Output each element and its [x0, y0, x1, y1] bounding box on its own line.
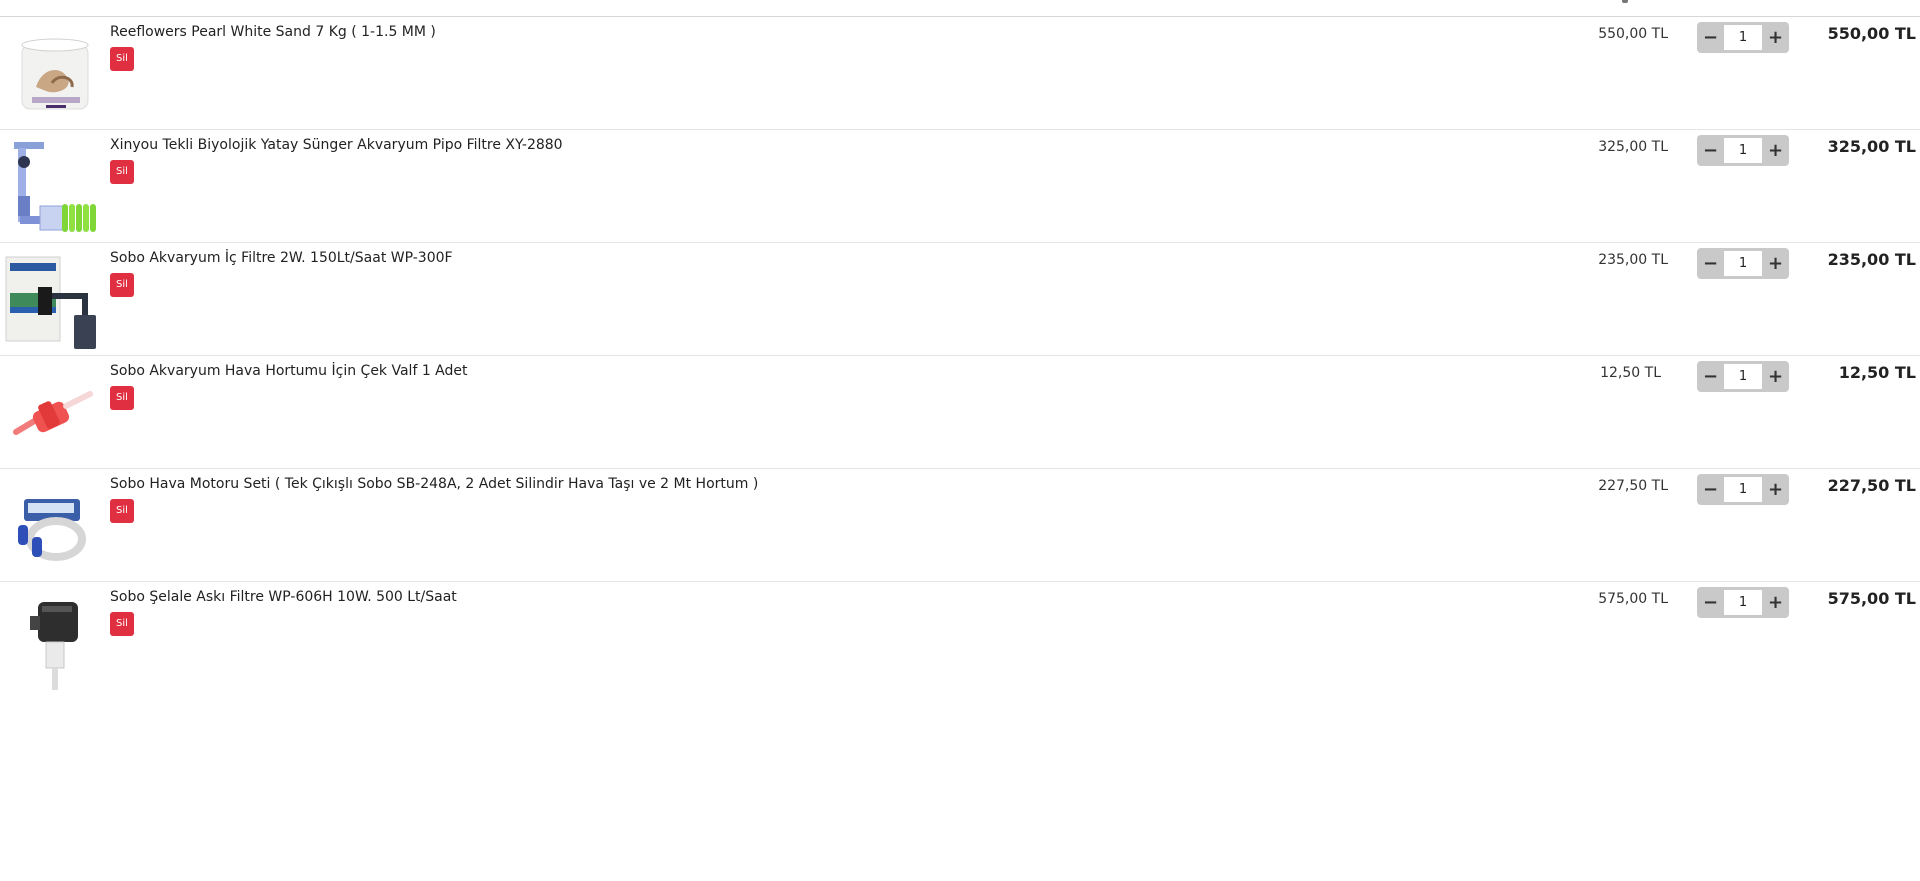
increase-quantity-button[interactable]: +: [1763, 135, 1788, 166]
product-title[interactable]: Sobo Akvaryum İç Filtre 2W. 150Lt/Saat W…: [110, 248, 453, 268]
cart-row: Xinyou Tekli Biyolojik Yatay Sünger Akva…: [0, 130, 1920, 243]
line-total: 550,00 TL: [1827, 24, 1916, 43]
decrease-quantity-button[interactable]: −: [1698, 22, 1723, 53]
quantity-input[interactable]: [1724, 590, 1762, 615]
product-image[interactable]: [2, 592, 106, 692]
check-valve-image: [13, 391, 93, 435]
sand-bucket-image: [21, 38, 89, 110]
quantity-input[interactable]: [1724, 138, 1762, 163]
quantity-input[interactable]: [1724, 477, 1762, 502]
delete-button[interactable]: Sil: [110, 499, 134, 523]
air-pump-set-image: [18, 499, 86, 561]
product-image[interactable]: [2, 479, 106, 579]
delete-button[interactable]: Sil: [110, 386, 134, 410]
cart-row: Sobo Hava Motoru Seti ( Tek Çıkışlı Sobo…: [0, 469, 1920, 582]
cart-items-list: Reeflowers Pearl White Sand 7 Kg ( 1-1.5…: [0, 0, 1920, 881]
unit-price: 550,00 TL: [1598, 26, 1668, 42]
cart-row: Sobo Akvaryum İç Filtre 2W. 150Lt/Saat W…: [0, 243, 1920, 356]
quantity-input[interactable]: [1724, 251, 1762, 276]
product-title[interactable]: Sobo Şelale Askı Filtre WP-606H 10W. 500…: [110, 587, 457, 607]
cart-row: Sobo Şelale Askı Filtre WP-606H 10W. 500…: [0, 582, 1920, 694]
product-image[interactable]: [2, 253, 106, 353]
product-title[interactable]: Sobo Akvaryum Hava Hortumu İçin Çek Valf…: [110, 361, 468, 381]
line-total: 325,00 TL: [1827, 137, 1916, 156]
quantity-input[interactable]: [1724, 364, 1762, 389]
unit-price: 325,00 TL: [1598, 139, 1668, 155]
increase-quantity-button[interactable]: +: [1763, 587, 1788, 618]
product-title[interactable]: Sobo Hava Motoru Seti ( Tek Çıkışlı Sobo…: [110, 474, 758, 494]
increase-quantity-button[interactable]: +: [1763, 248, 1788, 279]
quantity-stepper: − +: [1697, 474, 1789, 505]
hang-on-filter-image: [30, 602, 78, 690]
internal-filter-image: [5, 256, 96, 349]
delete-button[interactable]: Sil: [110, 273, 134, 297]
decrease-quantity-button[interactable]: −: [1698, 474, 1723, 505]
product-image[interactable]: [2, 27, 106, 127]
unit-price: 235,00 TL: [1598, 252, 1668, 268]
product-title[interactable]: Reeflowers Pearl White Sand 7 Kg ( 1-1.5…: [110, 22, 436, 42]
quantity-stepper: − +: [1697, 248, 1789, 279]
decrease-quantity-button[interactable]: −: [1698, 361, 1723, 392]
quantity-stepper: − +: [1697, 587, 1789, 618]
decrease-quantity-button[interactable]: −: [1698, 248, 1723, 279]
cart-row: Sobo Akvaryum Hava Hortumu İçin Çek Valf…: [0, 356, 1920, 469]
cart-row: Reeflowers Pearl White Sand 7 Kg ( 1-1.5…: [0, 17, 1920, 130]
unit-price: 227,50 TL: [1598, 478, 1668, 494]
delete-button[interactable]: Sil: [110, 612, 134, 636]
quantity-input[interactable]: [1724, 25, 1762, 50]
line-total: 575,00 TL: [1827, 589, 1916, 608]
delete-button[interactable]: Sil: [110, 47, 134, 71]
line-total: 235,00 TL: [1827, 250, 1916, 269]
increase-quantity-button[interactable]: +: [1763, 474, 1788, 505]
increase-quantity-button[interactable]: +: [1763, 361, 1788, 392]
increase-quantity-button[interactable]: +: [1763, 22, 1788, 53]
unit-price: 575,00 TL: [1598, 591, 1668, 607]
line-total: 227,50 TL: [1827, 476, 1916, 495]
product-image[interactable]: [2, 140, 106, 240]
product-title[interactable]: Xinyou Tekli Biyolojik Yatay Sünger Akva…: [110, 135, 563, 155]
quantity-stepper: − +: [1697, 361, 1789, 392]
sponge-filter-image: [14, 142, 96, 232]
unit-price: 12,50 TL: [1600, 365, 1661, 381]
line-total: 12,50 TL: [1838, 363, 1916, 382]
quantity-stepper: − +: [1697, 135, 1789, 166]
decrease-quantity-button[interactable]: −: [1698, 135, 1723, 166]
header-text-fragment: [1622, 0, 1628, 3]
quantity-stepper: − +: [1697, 22, 1789, 53]
delete-button[interactable]: Sil: [110, 160, 134, 184]
decrease-quantity-button[interactable]: −: [1698, 587, 1723, 618]
product-image[interactable]: [2, 366, 106, 466]
